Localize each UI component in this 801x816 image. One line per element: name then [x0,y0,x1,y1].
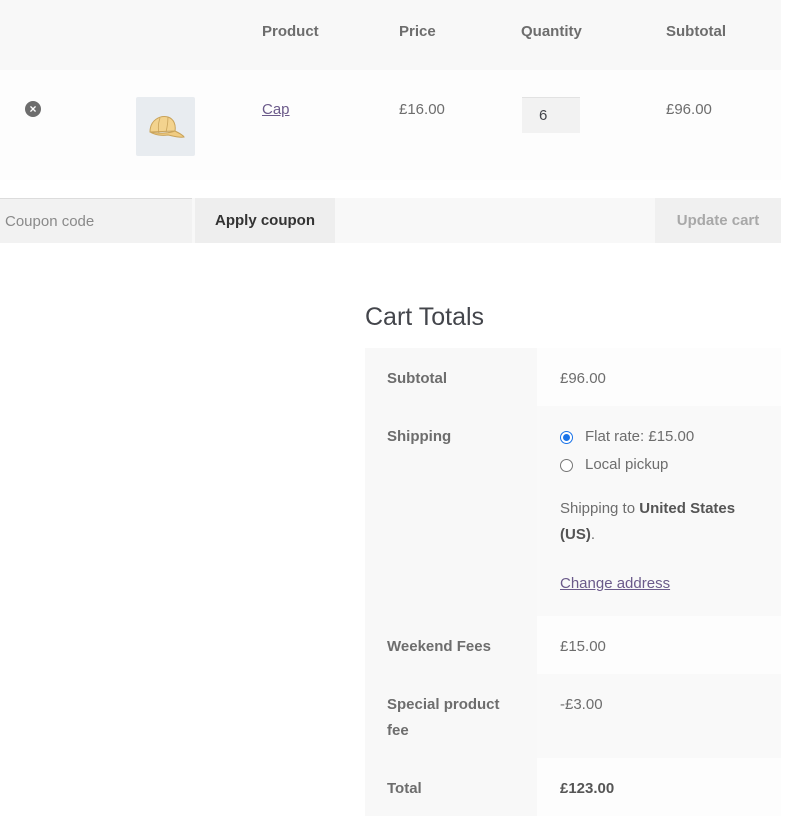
cart-table-header: Product Price Quantity Subtotal [0,0,781,70]
totals-row-total: Total £123.00 [365,758,781,816]
cap-icon [148,115,185,138]
special-fee-label: Special product fee [365,674,537,758]
change-address-link[interactable]: Change address [560,575,670,592]
cart-actions: Apply coupon Update cart [0,198,781,243]
weekend-fees-value: £15.00 [537,616,781,674]
totals-row-weekend-fees: Weekend Fees £15.00 [365,616,781,674]
shipping-country: United States [639,500,736,517]
radio-checked-icon[interactable] [560,430,573,444]
shipping-option-flat-rate[interactable]: Flat rate: £15.00 [560,422,781,452]
subtotal-value: £96.00 [537,348,781,406]
update-cart-button[interactable]: Update cart [655,198,781,243]
radio-unchecked-icon[interactable] [560,458,573,472]
totals-row-special-fee: Special product fee -£3.00 [365,674,781,758]
shipping-country-code: (US) [560,526,591,543]
apply-coupon-button[interactable]: Apply coupon [195,198,335,243]
shipping-label: Shipping [365,406,537,616]
total-label: Total [365,758,537,816]
special-fee-label-line2: fee [387,722,409,739]
cart-totals-table: Subtotal £96.00 Shipping Flat rate: £15.… [365,348,781,816]
cart-totals-title: Cart Totals [365,303,485,331]
shipping-value: Flat rate: £15.00 Local pickup Shipping … [537,406,781,616]
shipping-option-local-pickup[interactable]: Local pickup [560,450,781,480]
shipping-to-text: Shipping to [560,500,636,517]
shipping-option-label: Flat rate: £15.00 [585,428,695,445]
quantity-input[interactable] [522,97,580,133]
remove-item-icon[interactable]: × [25,101,41,117]
total-value: £123.00 [537,758,781,816]
totals-row-subtotal: Subtotal £96.00 [365,348,781,406]
subtotal-label: Subtotal [365,348,537,406]
header-quantity: Quantity [521,23,582,40]
shipping-to-end: . [590,526,595,543]
product-link[interactable]: Cap [262,101,290,118]
shipping-destination: Shipping to United States (US). [560,496,745,548]
header-price: Price [399,23,436,40]
totals-row-shipping: Shipping Flat rate: £15.00 Local pickup … [365,406,781,616]
cart-table: Product Price Quantity Subtotal [0,0,781,180]
special-fee-value: -£3.00 [537,674,781,758]
product-subtotal: £96.00 [666,101,712,118]
cart-item-row [0,70,781,180]
coupon-code-input[interactable] [0,198,192,243]
weekend-fees-label: Weekend Fees [365,616,537,674]
product-price: £16.00 [399,101,445,118]
product-thumbnail[interactable] [136,97,195,156]
special-fee-label-line1: Special product [387,696,500,713]
shipping-option-label: Local pickup [585,456,669,473]
header-product: Product [262,23,319,40]
header-subtotal: Subtotal [666,23,726,40]
